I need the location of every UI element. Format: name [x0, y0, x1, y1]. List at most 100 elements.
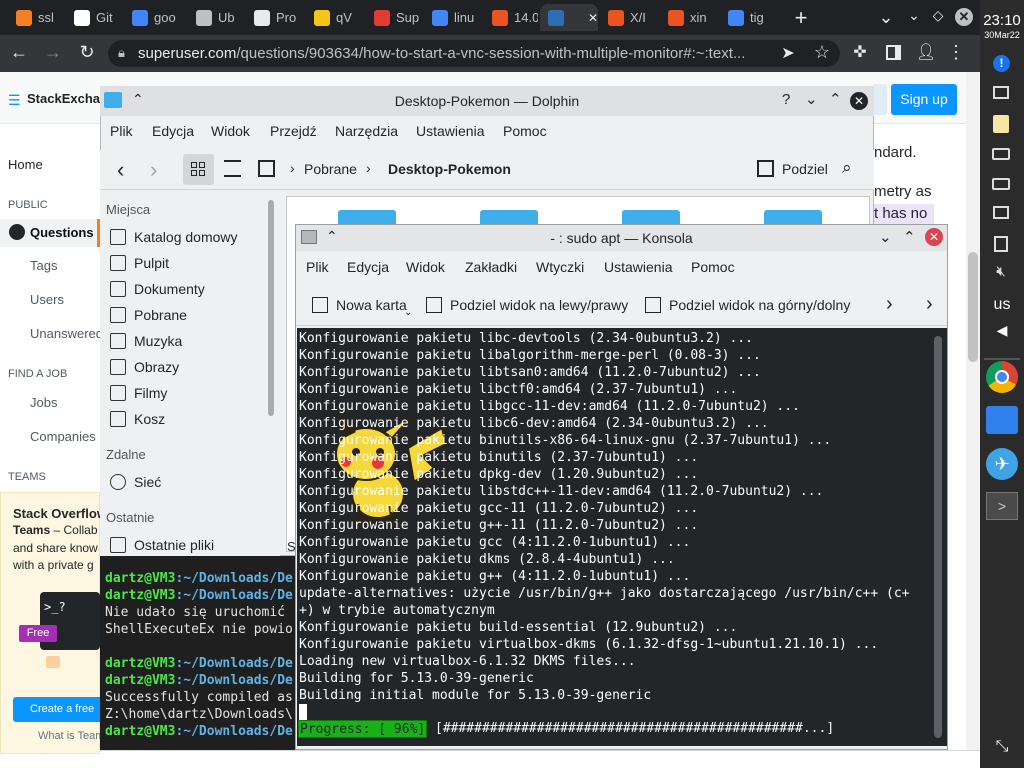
konsole-menu-item[interactable]: Plik	[306, 259, 329, 275]
display-settings-icon[interactable]	[993, 206, 1009, 219]
document-icon[interactable]	[994, 236, 1008, 252]
place-recent-files[interactable]: Ostatnie pliki	[110, 537, 214, 553]
dolphin-menu-item[interactable]: Pomoc	[503, 123, 547, 139]
places-scrollbar[interactable]	[268, 200, 274, 416]
browser-tab[interactable]: ssl	[8, 4, 64, 31]
dolphin-minimize-icon[interactable]: ⌄	[805, 90, 818, 108]
place-item[interactable]: Kosz	[110, 411, 165, 427]
files-app-icon[interactable]	[986, 406, 1018, 434]
profile-icon[interactable]: 👤︎	[916, 42, 936, 62]
compact-view-icon[interactable]	[224, 160, 241, 177]
reload-icon[interactable]: ↻	[76, 42, 98, 63]
new-tab-button[interactable]: +	[790, 5, 812, 31]
se-nav-tags[interactable]: Tags	[30, 258, 57, 273]
search-icon[interactable]: ⌕	[842, 158, 852, 178]
konsole-menu-item[interactable]: Wtyczki	[536, 259, 584, 275]
expand-arrows-icon[interactable]: ⤡	[980, 738, 1024, 756]
browser-tab[interactable]: goo	[124, 4, 186, 31]
notification-info-icon[interactable]: !	[993, 55, 1010, 72]
keyboard-language-label[interactable]: us	[980, 296, 1024, 314]
dolphin-forward-icon[interactable]: ›	[150, 157, 157, 183]
clipboard-note-icon[interactable]	[993, 115, 1009, 133]
login-button-edge[interactable]	[873, 84, 887, 115]
place-item[interactable]: Pulpit	[110, 255, 169, 271]
se-logo[interactable]: StackExchan	[27, 91, 108, 106]
konsole-maximize-icon[interactable]: ⌃	[903, 228, 916, 246]
dolphin-menu-item[interactable]: Przejdź	[270, 123, 317, 139]
split-top-bottom-button[interactable]: Podziel widok na górny/dolny	[669, 297, 850, 313]
forward-arrow-icon[interactable]: →	[42, 42, 64, 63]
konsole-menu-item[interactable]: Zakładki	[465, 259, 517, 275]
place-item[interactable]: Katalog domowy	[110, 229, 238, 245]
browser-tab[interactable]: linu	[424, 4, 482, 31]
restore-window-icon[interactable]: ◇	[928, 7, 948, 24]
remote-desktop-app-icon[interactable]: ✈	[986, 448, 1018, 480]
browser-tab[interactable]: Ub	[188, 4, 244, 31]
new-tab-dropdown-icon[interactable]: ⌄	[404, 307, 412, 318]
back-arrow-icon[interactable]: ←	[8, 42, 30, 63]
place-item[interactable]: Pobrane	[110, 307, 187, 323]
browser-tab[interactable]: xin	[660, 4, 718, 31]
breadcrumb-pobrane[interactable]: Pobrane	[304, 161, 357, 177]
konsole-menu-item[interactable]: Ustawienia	[604, 259, 672, 275]
browser-tab[interactable]: Sup	[366, 4, 422, 31]
split-button[interactable]: Podziel	[782, 161, 828, 177]
place-item[interactable]: Dokumenty	[110, 281, 205, 297]
share-arrow-icon[interactable]: ➤	[778, 43, 798, 63]
browser-tab[interactable]: qV	[306, 4, 364, 31]
konsole-close-icon[interactable]: ✕	[925, 228, 943, 246]
kebab-menu-icon[interactable]: ⋮	[946, 42, 966, 63]
monitor-icon[interactable]	[993, 86, 1009, 99]
browser-tab[interactable]: 14.0	[484, 4, 538, 31]
dolphin-menu-item[interactable]: Narzędzia	[335, 123, 398, 139]
side-panel-icon[interactable]	[886, 45, 901, 60]
dolphin-menu-item[interactable]: Plik	[110, 123, 133, 139]
se-nav-users[interactable]: Users	[30, 292, 64, 307]
tab-list-chevron-icon[interactable]: ⌄	[876, 7, 896, 28]
place-item[interactable]: Muzyka	[110, 333, 182, 349]
icons-view-button[interactable]	[183, 154, 214, 185]
toolbar-overflow-chevron-icon[interactable]: ›	[886, 293, 893, 316]
terminal-app-icon[interactable]: >	[986, 492, 1018, 520]
chrome-app-icon[interactable]	[986, 361, 1018, 393]
what-is-teams-link[interactable]: What is Team	[38, 730, 104, 742]
browser-tab[interactable]: tig	[720, 4, 776, 31]
place-item[interactable]: Obrazy	[110, 359, 179, 375]
dolphin-menu-item[interactable]: Widok	[211, 123, 250, 139]
place-network[interactable]: Sieć	[110, 474, 161, 490]
split-left-right-button[interactable]: Podziel widok na lewy/prawy	[450, 297, 628, 313]
keyboard-icon[interactable]	[992, 148, 1010, 160]
dolphin-back-icon[interactable]: ‹	[117, 157, 124, 183]
close-window-icon[interactable]: ✕	[955, 8, 973, 26]
konsole-menu-item[interactable]: Pomoc	[691, 259, 735, 275]
browser-tab[interactable]: Pro	[246, 4, 304, 31]
split-view-icon[interactable]	[757, 160, 774, 177]
konsole-menu-item[interactable]: Widok	[406, 259, 445, 275]
se-menu-icon[interactable]: ☰	[8, 92, 21, 109]
se-nav-jobs[interactable]: Jobs	[30, 395, 57, 410]
konsole-minimize-icon[interactable]: ⌄	[879, 228, 892, 246]
dolphin-menu-item[interactable]: Ustawienia	[416, 123, 484, 139]
page-scrollbar[interactable]	[966, 72, 980, 768]
address-bar[interactable]: 🔒︎ superuser.com/questions/903634/how-to…	[108, 40, 840, 67]
browser-tab[interactable]: Git	[66, 4, 122, 31]
create-team-button[interactable]: Create a free	[13, 697, 103, 722]
dolphin-maximize-icon[interactable]: ⌃	[829, 90, 842, 108]
dolphin-help-icon[interactable]: ?	[782, 91, 790, 108]
collapse-arrow-icon[interactable]: ◀	[980, 322, 1024, 339]
volume-muted-icon[interactable]: 🔇︎	[990, 263, 1012, 280]
extensions-puzzle-icon[interactable]: ✜	[850, 42, 870, 62]
close-tab-icon[interactable]: ✕	[588, 11, 598, 25]
signup-button[interactable]: Sign up	[891, 84, 957, 115]
konsole-menu-item[interactable]: Edycja	[347, 259, 389, 275]
browser-tab[interactable]: ✕	[540, 4, 598, 31]
dolphin-close-icon[interactable]: ✕	[850, 92, 868, 110]
se-nav-companies[interactable]: Companies	[30, 429, 96, 444]
se-nav-questions[interactable]: Questions	[30, 225, 94, 240]
new-tab-button[interactable]: Nowa karta	[336, 297, 407, 313]
details-view-icon[interactable]	[258, 160, 275, 177]
se-nav-home[interactable]: Home	[8, 157, 43, 172]
place-item[interactable]: Filmy	[110, 385, 167, 401]
toolbar-more-chevron-icon[interactable]: ›	[926, 293, 933, 316]
bookmark-star-icon[interactable]: ☆	[812, 42, 832, 63]
